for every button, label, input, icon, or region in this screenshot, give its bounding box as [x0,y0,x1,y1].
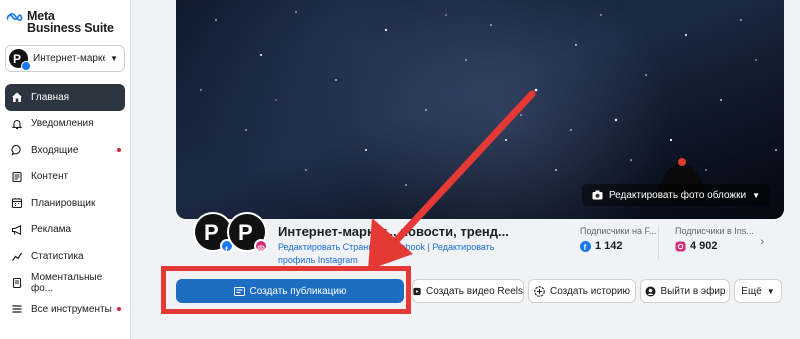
brand-line2: Business Suite [27,21,114,35]
sidebar-item-planner[interactable]: Планировщик [5,190,125,217]
more-button[interactable]: Ещё ▼ [734,279,782,303]
sidebar-item-label: Контент [31,171,69,183]
more-label: Ещё [741,285,762,297]
cover-photo: Редактировать фото обложки ▼ [176,0,784,219]
facebook-icon: f [580,240,591,252]
edit-facebook-page-link[interactable]: Редактировать Страницу Facebook [278,242,425,252]
caret-down-icon: ▼ [110,54,118,63]
page-name: Интернет-маркет... новости, тренд... [278,224,509,239]
form-icon [11,277,23,289]
home-icon [11,91,23,103]
profile-pictures: P f P [193,212,273,256]
sidebar-item-label: Статистика [31,250,84,262]
svg-text:f: f [584,243,587,252]
sidebar-item-content[interactable]: Контент [5,164,125,191]
sidebar-nav: Главная Уведомления Входящие Контент Пла… [5,84,125,323]
sidebar-item-label: Реклама [31,224,72,236]
camera-icon [592,190,603,200]
highlight-box [161,266,411,314]
megaphone-icon [11,224,23,236]
chart-icon [11,250,23,262]
followers-stats[interactable]: Подписчики на F... f 1 142 Подписчики в … [570,226,770,262]
bell-icon [11,118,23,130]
instagram-badge-icon [254,239,268,253]
notification-dot [117,148,121,152]
instagram-followers: Подписчики в Ins... 4 902 [675,226,765,252]
sidebar-item-label: Главная [31,91,70,103]
stats-divider [658,226,659,260]
facebook-followers-count: 1 142 [595,240,623,252]
sidebar-item-label: Моментальные фо... [31,271,103,294]
content-icon [11,171,23,183]
sidebar-item-label: Уведомления [31,118,94,130]
instagram-followers-label: Подписчики в Ins... [675,226,754,236]
sidebar-item-label: Входящие [31,144,79,156]
instagram-followers-count: 4 902 [690,240,718,252]
svg-text:P: P [13,52,21,66]
sidebar-item-label: Все инструменты [31,303,112,315]
meta-infinity-icon [6,13,23,21]
go-live-label: Выйти в эфир [660,285,726,297]
create-reel-button[interactable]: Создать видео Reels [412,279,524,303]
sidebar-item-label: Планировщик [31,197,96,209]
sidebar-item-inbox[interactable]: Входящие [5,137,125,164]
svg-text:P: P [204,220,219,245]
edit-cover-label: Редактировать фото обложки [608,189,747,201]
account-name: Интернет-марке... [33,53,105,64]
facebook-followers: Подписчики на F... f 1 142 [580,226,670,252]
meta-logo[interactable]: Meta Business Suite [6,10,114,34]
facebook-badge-icon [21,61,31,71]
svg-text:P: P [238,220,253,245]
notification-dot [117,307,121,311]
account-switcher[interactable]: P Интернет-марке... ▼ [5,45,125,72]
sidebar-item-all-tools[interactable]: Все инструменты [5,296,125,323]
sidebar-item-stats[interactable]: Статистика [5,243,125,270]
create-story-button[interactable]: Создать историю [528,279,636,303]
sidebar-item-home[interactable]: Главная [5,84,125,111]
create-story-label: Создать историю [549,285,631,297]
reels-icon [413,287,421,295]
profile-edit-links: Редактировать Страницу Facebook | Редакт… [278,241,508,267]
sidebar-item-notifications[interactable]: Уведомления [5,111,125,138]
sidebar-item-instant-forms[interactable]: Моментальные фо... [5,270,125,297]
facebook-followers-label: Подписчики на F... [580,226,657,236]
caret-down-icon: ▼ [752,190,760,200]
instagram-icon [675,241,686,251]
instagram-profile-picture[interactable]: P [227,212,268,253]
chevron-right-icon[interactable]: › [760,236,764,248]
edit-cover-photo-button[interactable]: Редактировать фото обложки ▼ [581,184,770,206]
live-camera-icon [645,286,656,296]
calendar-icon [11,197,23,209]
sidebar-item-ads[interactable]: Реклама [5,217,125,244]
create-reel-label: Создать видео Reels [426,285,523,297]
caret-down-icon: ▼ [766,286,775,296]
svg-text:f: f [225,246,228,255]
menu-icon [11,303,23,315]
chat-icon [11,144,23,156]
story-icon [534,285,545,297]
sidebar: Meta Business Suite P Интернет-марке... … [0,0,131,339]
go-live-button[interactable]: Выйти в эфир [640,279,730,303]
account-avatar: P [9,49,31,71]
